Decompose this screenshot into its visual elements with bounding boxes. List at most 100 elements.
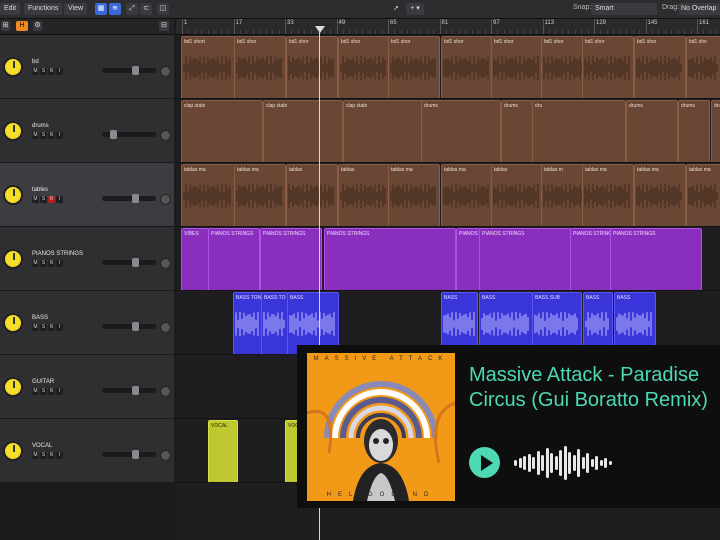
region[interactable]: bd1 sho — [686, 36, 720, 98]
region[interactable]: bd1 shor — [491, 36, 543, 98]
collapse-icon[interactable]: ⊟ — [159, 21, 169, 31]
drag-select[interactable]: No Overlap — [679, 3, 720, 15]
region[interactable]: BASS TON — [233, 292, 262, 354]
add-track-icon[interactable]: ⊞ — [1, 21, 10, 31]
volume-fader[interactable] — [102, 386, 156, 395]
track-icon-knob[interactable] — [3, 185, 23, 205]
input-monitor-button[interactable]: I — [56, 324, 63, 331]
playhead-marker[interactable] — [315, 26, 325, 33]
region[interactable]: bd1 shor — [441, 36, 493, 98]
lane-pianos-strings[interactable]: VIBES PIANOS STRINGS PIANOS STRINGS PIANOS … — [176, 227, 720, 291]
record-button[interactable]: R — [48, 68, 55, 75]
pointer-tool-icon[interactable]: ➚ — [390, 3, 402, 15]
waveform-icon[interactable]: ≋ — [109, 3, 121, 15]
track-icon-knob[interactable] — [3, 121, 23, 141]
track-icon-knob[interactable] — [3, 441, 23, 461]
region[interactable]: bd1 shor — [582, 36, 634, 98]
pan-knob[interactable] — [160, 194, 171, 205]
solo-button[interactable]: S — [40, 68, 47, 75]
region[interactable]: tablas ma — [388, 164, 440, 226]
track-icon-knob[interactable] — [3, 313, 23, 333]
record-button[interactable]: R — [48, 388, 55, 395]
input-monitor-button[interactable]: I — [56, 452, 63, 459]
h-button[interactable]: H — [16, 21, 28, 31]
track-header-bass[interactable]: BASS M S R I — [0, 291, 174, 355]
track-header-drums[interactable]: drums M S R I — [0, 99, 174, 163]
region[interactable]: VOCAL — [208, 420, 238, 482]
track-header-tables[interactable]: tables M S R I — [0, 163, 174, 227]
edit-menu[interactable]: Edit — [0, 3, 21, 15]
solo-button[interactable]: S — [40, 132, 47, 139]
region[interactable]: bd1 shor — [234, 36, 286, 98]
region[interactable]: drums — [421, 100, 501, 162]
region[interactable]: bd1 shor — [286, 36, 338, 98]
volume-fader[interactable] — [102, 66, 156, 75]
mute-button[interactable]: M — [32, 132, 39, 139]
region[interactable]: bd1 shor — [338, 36, 390, 98]
track-icon-knob[interactable] — [3, 57, 23, 77]
region[interactable]: tablas ma — [441, 164, 493, 226]
secondary-tool-icon[interactable]: + ▾ — [406, 3, 424, 15]
mute-button[interactable]: M — [32, 68, 39, 75]
mute-button[interactable]: M — [32, 260, 39, 267]
functions-menu[interactable]: Functions — [24, 3, 63, 15]
record-button[interactable]: R — [48, 324, 55, 331]
play-button[interactable] — [469, 447, 500, 478]
region[interactable]: tablas — [491, 164, 543, 226]
pan-knob[interactable] — [160, 322, 171, 333]
solo-button[interactable]: S — [40, 452, 47, 459]
region[interactable]: drums — [501, 100, 533, 162]
volume-fader[interactable] — [102, 450, 156, 459]
volume-fader[interactable] — [102, 194, 156, 203]
fader-handle[interactable] — [132, 194, 139, 203]
fader-handle[interactable] — [132, 386, 139, 395]
region[interactable]: drums — [626, 100, 678, 162]
region[interactable]: drums — [711, 100, 720, 162]
pan-knob[interactable] — [160, 130, 171, 141]
region[interactable]: drums — [678, 100, 710, 162]
mute-button[interactable]: M — [32, 452, 39, 459]
region[interactable]: VIBES — [181, 228, 209, 290]
pan-knob[interactable] — [160, 450, 171, 461]
timeline-ruler[interactable]: 1 17 33 49 65 81 97 113 129 145 161 — [176, 19, 720, 35]
view-menu[interactable]: View — [64, 3, 88, 15]
catch-icon[interactable]: ◫ — [157, 3, 169, 15]
input-monitor-button[interactable]: I — [56, 196, 63, 203]
lane-bd[interactable]: bd1 short bd1 shor bd1 shor bd1 shor bd1 sho… — [176, 35, 720, 99]
region[interactable]: tablas ma — [234, 164, 286, 226]
lane-drums[interactable]: clap stabi clap stabi clap stabi drums drums… — [176, 99, 720, 163]
lane-tables[interactable]: tablas ma tablas ma tablas tablas tablas ma t… — [176, 163, 720, 227]
region[interactable]: PIANOS STRINGS — [260, 228, 322, 290]
solo-button[interactable]: S — [40, 260, 47, 267]
track-header-bd[interactable]: bd M S R I — [0, 35, 174, 99]
region[interactable]: tablas ma — [634, 164, 686, 226]
region[interactable]: PIANOS STRINGS — [570, 228, 612, 290]
region[interactable]: PIANOS STRINGS — [208, 228, 260, 290]
track-header-vocal[interactable]: VOCAL M S R I — [0, 419, 174, 483]
pan-knob[interactable] — [160, 258, 171, 269]
region[interactable]: PIANOS STRINGS — [456, 228, 480, 290]
record-button[interactable]: R — [48, 132, 55, 139]
region[interactable]: bd1 shor — [634, 36, 686, 98]
region[interactable]: tablas ma — [181, 164, 235, 226]
region[interactable]: BASS TO — [261, 292, 288, 354]
region[interactable]: tablas ma — [582, 164, 634, 226]
input-monitor-button[interactable]: I — [56, 132, 63, 139]
volume-fader[interactable] — [102, 258, 156, 267]
region[interactable]: clap stabi — [181, 100, 263, 162]
input-monitor-button[interactable]: I — [56, 68, 63, 75]
track-header-pianos-strings[interactable]: PIANOS STRINGS M S R I — [0, 227, 174, 291]
region[interactable]: bd1 shor — [388, 36, 440, 98]
snap-select[interactable]: Smart — [591, 3, 657, 15]
fader-handle[interactable] — [132, 258, 139, 267]
volume-fader[interactable] — [102, 130, 156, 139]
input-monitor-button[interactable]: I — [56, 388, 63, 395]
region[interactable]: tablas — [286, 164, 338, 226]
track-header-guitar[interactable]: GUITAR M S R I — [0, 355, 174, 419]
input-monitor-button[interactable]: I — [56, 260, 63, 267]
solo-button[interactable]: S — [40, 324, 47, 331]
link-icon[interactable]: ⊂ — [140, 3, 152, 15]
track-icon-knob[interactable] — [3, 377, 23, 397]
fader-handle[interactable] — [132, 66, 139, 75]
region[interactable]: tablas — [338, 164, 390, 226]
